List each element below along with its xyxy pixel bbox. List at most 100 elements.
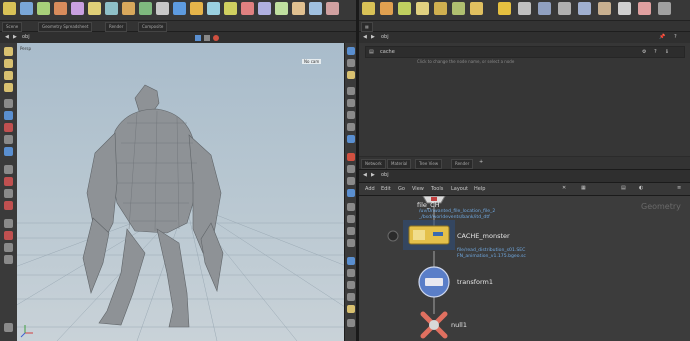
grain-tool-icon[interactable] [558,2,571,15]
torus-tool-icon[interactable] [71,2,84,15]
settings-icon[interactable] [4,323,13,332]
tab-composite[interactable]: Composite [138,22,168,32]
menu-go[interactable]: Go [398,186,405,192]
null-tool-icon[interactable] [156,2,169,15]
forward-icon[interactable]: ▶ [371,34,375,40]
magnet-icon[interactable] [4,177,13,186]
tube-tool-icon[interactable] [54,2,67,15]
grid-tool-icon[interactable] [37,2,50,15]
rbd-tool-icon[interactable] [598,2,611,15]
cloth-tool-icon[interactable] [538,2,551,15]
node-transform1[interactable] [418,266,450,298]
menu-tools[interactable]: Tools [431,186,443,192]
param-path[interactable]: obj [381,34,389,40]
spark-tool-icon[interactable] [470,2,483,15]
wrench-icon[interactable]: ✕ [562,185,566,191]
node-cache-monster[interactable] [403,220,455,250]
pin-icon[interactable] [347,305,355,313]
network-path[interactable]: obj [381,172,389,178]
guide-icon[interactable] [347,293,355,301]
ao-icon[interactable] [347,123,355,131]
back-icon[interactable]: ◀ [363,172,367,178]
template-icon[interactable] [347,257,355,265]
tab-material[interactable]: Material [387,159,412,169]
sphere-tool-icon[interactable] [3,2,16,15]
node-file-ch-label[interactable]: file_CH [417,201,440,209]
camera-icon[interactable] [4,219,13,228]
platonic-tool-icon[interactable] [139,2,152,15]
skylight-tool-icon[interactable] [275,2,288,15]
tab-render[interactable]: Render [105,22,128,32]
crowd-tool-icon[interactable] [618,2,631,15]
rotate-tool-icon[interactable] [4,71,13,80]
add-tab-icon[interactable]: + [479,159,483,165]
path-tool-icon[interactable] [105,2,118,15]
menu-view[interactable]: View [412,186,424,192]
handle-tool-icon[interactable] [4,111,13,120]
gear-icon[interactable]: ⚙ [642,49,646,55]
footprint-icon[interactable] [347,281,355,289]
spotlight-tool-icon[interactable] [224,2,237,15]
geolight-tool-icon[interactable] [292,2,305,15]
hair-tool-icon[interactable] [658,2,671,15]
light-icon[interactable] [4,231,13,240]
prim-snap-icon[interactable] [4,201,13,210]
point-numbers-icon[interactable] [347,203,355,211]
explosion-tool-icon[interactable] [434,2,447,15]
move-tool-icon[interactable] [4,59,13,68]
flame-tool-icon[interactable] [498,2,511,15]
record-icon[interactable] [213,35,219,41]
pin-icon[interactable]: 📌 [659,34,665,40]
background-icon[interactable] [347,135,355,143]
font-tool-icon[interactable] [173,2,186,15]
flipbook-icon[interactable] [347,153,355,161]
node-cache-label[interactable]: CACHE_monster [457,232,510,240]
scale-tool-icon[interactable] [4,83,13,92]
star-tool-icon[interactable] [362,2,375,15]
snap-icon[interactable] [204,35,210,41]
display-shaded-icon[interactable] [347,59,355,67]
uv-icon[interactable] [347,189,355,197]
back-icon[interactable]: ◀ [363,34,367,40]
ortho-icon[interactable] [4,255,13,264]
prim-numbers-icon[interactable] [347,215,355,223]
grid-view-icon[interactable]: ▦ [581,185,586,191]
node-null1[interactable] [420,311,448,339]
3d-viewport[interactable]: Persp No cam [17,43,356,341]
help-icon[interactable]: ? [654,49,657,55]
layout-icon[interactable]: ▤ [621,185,626,191]
point-snap-icon[interactable] [4,189,13,198]
menu-add[interactable]: Add [365,186,375,192]
color-icon[interactable]: ◐ [639,185,643,191]
vertex-icon[interactable] [347,227,355,235]
light-tool-icon[interactable] [190,2,203,15]
menu-help[interactable]: Help [474,186,485,192]
bbox-icon[interactable] [347,239,355,247]
camera-tool-icon[interactable] [207,2,220,15]
home-icon[interactable] [347,319,355,327]
lighting-icon[interactable] [347,99,355,107]
forward-icon[interactable]: ▶ [13,34,17,40]
muscle-tool-icon[interactable] [638,2,651,15]
tab-parameters[interactable]: ▦ [361,22,373,32]
view-label[interactable]: Persp [20,46,31,51]
snap-grid-icon[interactable] [4,165,13,174]
menu-layout[interactable]: Layout [451,186,468,192]
node-null-label[interactable]: null1 [451,321,467,329]
help-icon[interactable]: ? [674,34,677,40]
pose-tool-icon[interactable] [4,99,13,108]
tab-tree-view[interactable]: Tree View [415,159,443,169]
ghost-icon[interactable] [347,87,355,95]
shadows-icon[interactable] [347,111,355,119]
arealight-tool-icon[interactable] [241,2,254,15]
volumelight-tool-icon[interactable] [309,2,322,15]
back-icon[interactable]: ◀ [5,34,9,40]
render-region-icon[interactable] [4,147,13,156]
spiral-tool-icon[interactable] [122,2,135,15]
fire-tool-icon[interactable] [380,2,393,15]
tab-render-network[interactable]: Render [451,159,474,169]
display-option-icon[interactable] [195,35,201,41]
cloud-tool-icon[interactable] [416,2,429,15]
smoke-tool-icon[interactable] [398,2,411,15]
normals-icon[interactable] [347,177,355,185]
